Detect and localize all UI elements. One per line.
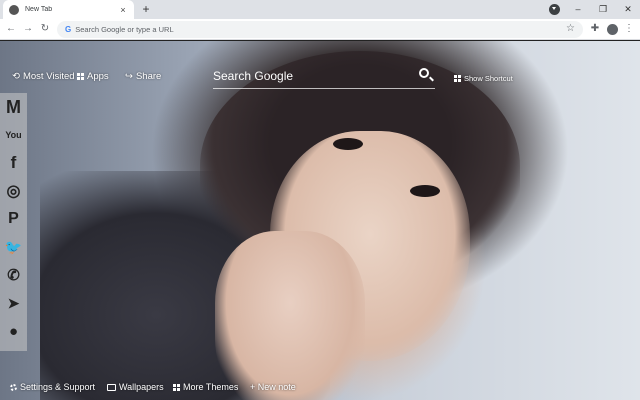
google-icon: G xyxy=(65,25,72,34)
show-shortcut-button[interactable]: Show Shortcut xyxy=(454,74,513,83)
more-themes-label: More Themes xyxy=(183,382,239,392)
history-icon: ⟲ xyxy=(12,71,20,82)
back-button[interactable]: ← xyxy=(4,22,18,36)
reload-button[interactable]: ↻ xyxy=(38,22,52,36)
omnibox-input[interactable] xyxy=(75,25,556,34)
search-icon[interactable] xyxy=(419,68,429,78)
tab-close-button[interactable]: × xyxy=(118,5,128,15)
show-shortcut-label: Show Shortcut xyxy=(464,74,513,83)
wallpapers-label: Wallpapers xyxy=(119,382,164,392)
forward-button[interactable]: → xyxy=(21,22,35,36)
browser-toolbar: ← → ↻ G ☆ ✚ ⋮ xyxy=(0,19,640,40)
most-visited-label: Most Visited xyxy=(22,71,75,82)
tab-strip: New Tab × + – ❐ ✕ xyxy=(0,0,640,19)
new-note-button[interactable]: + New note xyxy=(250,382,296,392)
restore-button[interactable]: ❐ xyxy=(596,2,610,16)
tab-search-icon[interactable] xyxy=(549,4,560,15)
apps-button[interactable]: Apps xyxy=(77,71,109,82)
wallpaper-hand xyxy=(215,231,365,400)
wallpaper-image xyxy=(0,41,640,400)
wallpaper-eye xyxy=(333,138,363,150)
pinterest-icon[interactable]: P xyxy=(0,205,27,233)
omnibox[interactable]: G ☆ xyxy=(57,21,583,38)
newtab-search-input[interactable] xyxy=(213,69,408,83)
apps-label: Apps xyxy=(87,71,109,82)
more-themes-button[interactable]: More Themes xyxy=(173,382,238,392)
wallpapers-button[interactable]: Wallpapers xyxy=(107,382,164,392)
reddit-icon[interactable]: ● xyxy=(0,317,27,345)
gear-icon xyxy=(10,383,17,391)
wallpaper-eye xyxy=(410,185,440,197)
gmail-icon[interactable]: M xyxy=(0,93,27,121)
telegram-icon[interactable]: ➤ xyxy=(0,289,27,317)
apps-grid-icon xyxy=(77,73,84,80)
most-visited-button[interactable]: ⟲ Most Visited xyxy=(12,71,75,82)
tab-title: New Tab xyxy=(25,6,53,13)
close-window-button[interactable]: ✕ xyxy=(621,2,635,16)
share-icon: ↪ xyxy=(125,71,133,82)
facebook-icon[interactable]: f xyxy=(0,149,27,177)
social-sidebar: M You f ◎ P 🐦 ✆ ➤ ● xyxy=(0,93,27,351)
instagram-icon[interactable]: ◎ xyxy=(0,177,27,205)
tab-favicon xyxy=(9,4,19,15)
whatsapp-icon[interactable]: ✆ xyxy=(0,261,27,289)
profile-avatar[interactable] xyxy=(607,24,618,35)
shortcut-grid-icon xyxy=(454,75,461,82)
puzzle-icon[interactable]: ✚ xyxy=(588,22,602,36)
bookmark-star-icon[interactable]: ☆ xyxy=(566,23,575,34)
new-note-label: + New note xyxy=(250,382,296,392)
minimize-button[interactable]: – xyxy=(571,2,585,16)
settings-support-label: Settings & Support xyxy=(20,382,96,392)
share-label: Share xyxy=(135,71,162,82)
share-button[interactable]: ↪ Share xyxy=(125,71,161,82)
themes-grid-icon xyxy=(173,383,180,391)
new-tab-button[interactable]: + xyxy=(139,2,153,16)
tab-new-tab[interactable]: New Tab × xyxy=(3,0,134,19)
twitter-icon[interactable]: 🐦 xyxy=(0,233,27,261)
wallpaper-icon xyxy=(107,383,116,391)
youtube-icon[interactable]: You xyxy=(0,121,27,149)
settings-support-button[interactable]: Settings & Support xyxy=(10,382,95,392)
menu-button[interactable]: ⋮ xyxy=(622,22,636,36)
newtab-search-box[interactable] xyxy=(213,64,435,89)
